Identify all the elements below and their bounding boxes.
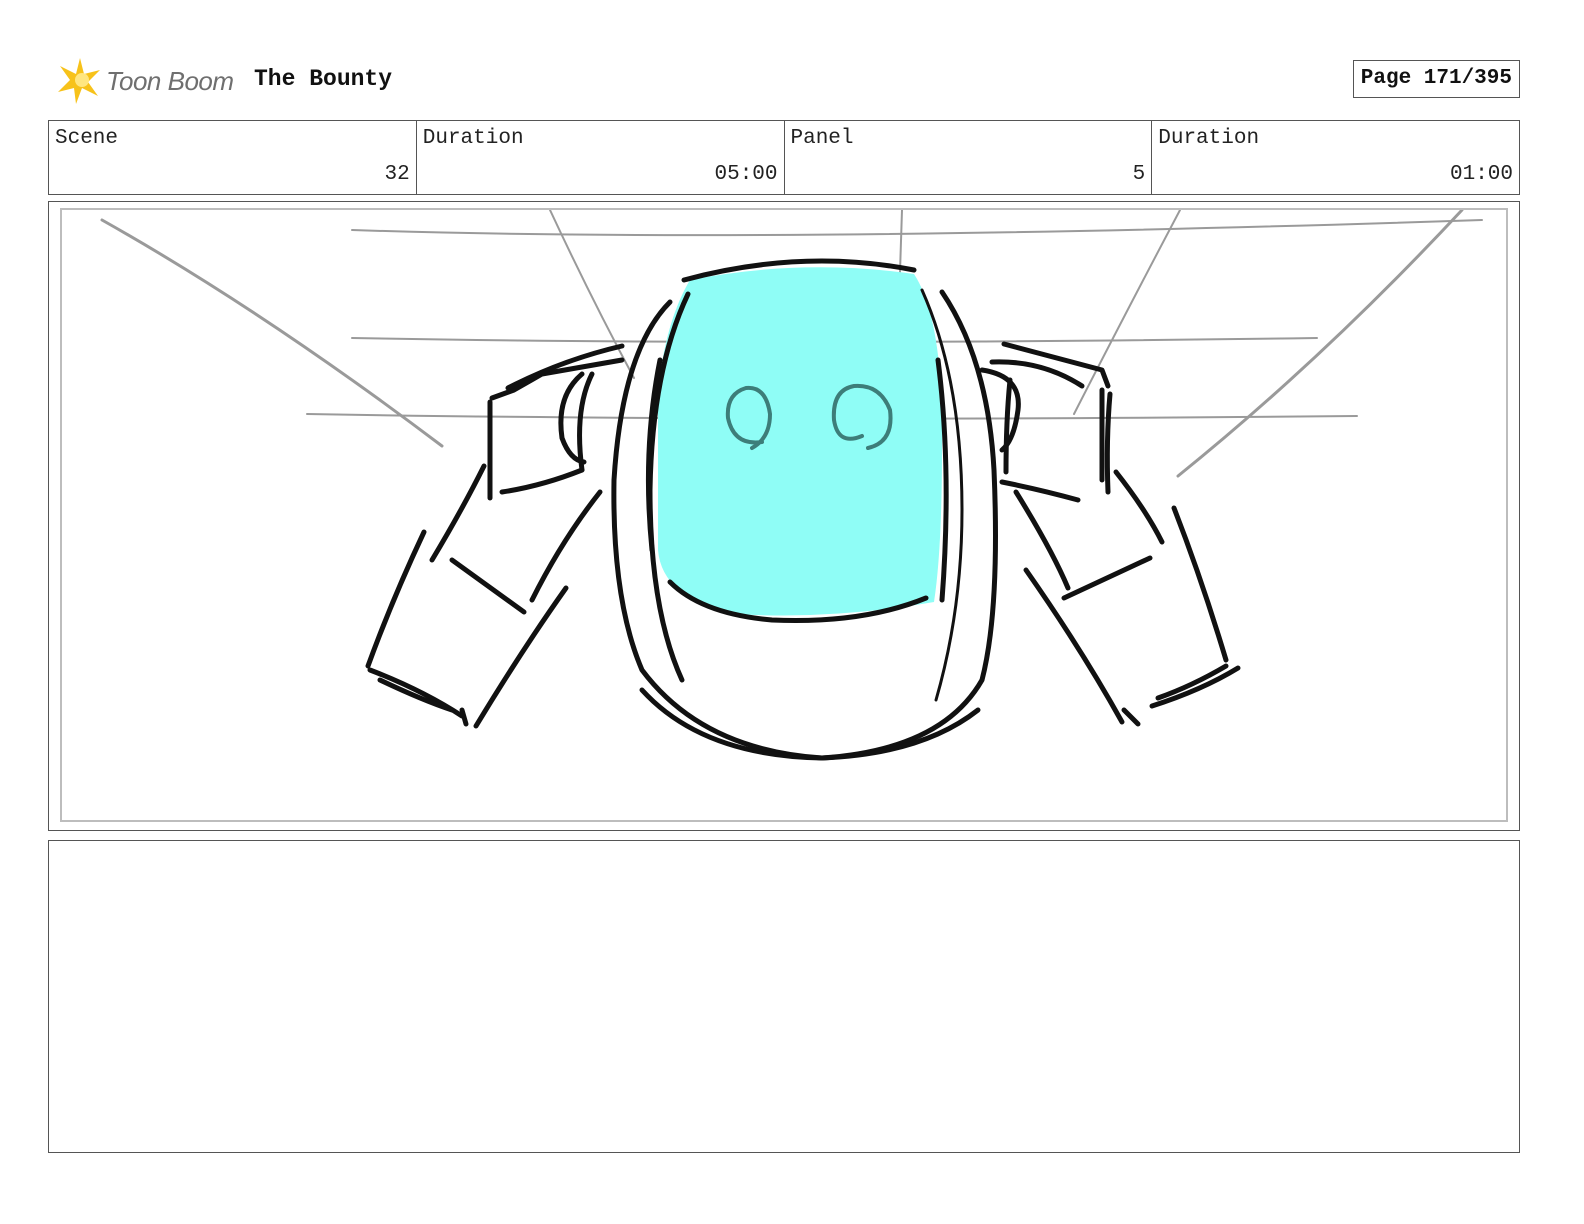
panel-value: 5 (1132, 163, 1146, 186)
scene-duration-cell: Duration 05:00 (417, 121, 785, 194)
panel-duration-label: Duration (1158, 127, 1260, 150)
panel-cell: Panel 5 (785, 121, 1153, 194)
panel-label: Panel (790, 127, 854, 150)
visor-screen (658, 267, 943, 616)
storyboard-panel-image (60, 208, 1508, 822)
scene-duration-label: Duration (422, 127, 524, 150)
scene-value: 32 (384, 163, 410, 186)
scene-label: Scene (55, 127, 119, 150)
starburst-icon (58, 58, 100, 104)
project-title: The Bounty (254, 66, 393, 92)
scene-duration-value: 05:00 (714, 163, 778, 186)
panel-notes-box[interactable] (48, 840, 1520, 1153)
page-header: Toon Boom The Bounty Page 171/395 (48, 52, 1520, 108)
robot-sketch (100, 210, 1483, 761)
logo-text: Toon Boom (106, 66, 234, 96)
page-indicator: Page 171/395 (1352, 60, 1520, 98)
panel-duration-cell: Duration 01:00 (1152, 121, 1519, 194)
storyboard-panel-frame (48, 201, 1520, 831)
panel-duration-value: 01:00 (1449, 163, 1513, 186)
scene-cell: Scene 32 (49, 121, 417, 194)
toon-boom-logo: Toon Boom (50, 54, 240, 106)
scene-info-row: Scene 32 Duration 05:00 Panel 5 Duration… (48, 120, 1520, 195)
